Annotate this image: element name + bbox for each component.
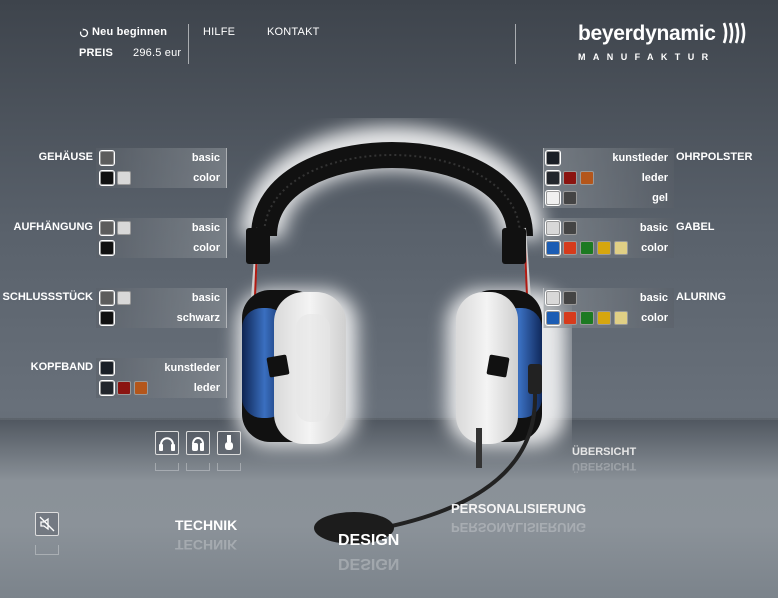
price-value: 296.5 eur [133, 47, 182, 59]
option-label[interactable]: basic [140, 222, 220, 234]
earpiece-icon [225, 435, 233, 450]
nav-technik-reflection: TECHNIK [175, 537, 238, 553]
option-label[interactable]: kunstleder [140, 362, 220, 374]
color-swatch[interactable] [99, 290, 115, 306]
brand-waves-icon [722, 22, 746, 44]
header-divider [188, 24, 189, 64]
menu-hilfe[interactable]: HILFE [203, 26, 235, 38]
color-swatch[interactable] [99, 170, 115, 186]
color-swatch[interactable] [545, 240, 561, 256]
option-label[interactable]: basic [140, 152, 220, 164]
view-side-button[interactable] [186, 431, 210, 455]
color-swatch[interactable] [545, 170, 561, 186]
color-swatch[interactable] [117, 171, 131, 185]
color-swatch[interactable] [545, 150, 561, 166]
option-label[interactable]: color [588, 312, 668, 324]
price-label: PREIS [79, 47, 114, 59]
color-swatch[interactable] [99, 380, 115, 396]
color-swatch[interactable] [99, 360, 115, 376]
category-label: ALURING [676, 291, 727, 303]
nav-uebersicht-reflection: ÜBERSICHT [572, 460, 637, 472]
option-label[interactable]: color [140, 172, 220, 184]
color-swatch[interactable] [545, 290, 561, 306]
option-label[interactable]: color [588, 242, 668, 254]
color-swatch[interactable] [117, 381, 131, 395]
color-swatch[interactable] [99, 240, 115, 256]
color-swatch[interactable] [563, 171, 577, 185]
option-label[interactable]: gel [588, 192, 668, 204]
restart-label: Neu beginnen [92, 26, 168, 38]
mute-reflection [35, 545, 59, 555]
restart-icon [79, 28, 89, 38]
nav-technik[interactable]: TECHNIK [175, 517, 237, 533]
view-earpiece-button[interactable] [217, 431, 241, 455]
headphones-front-icon [159, 437, 175, 451]
color-swatch[interactable] [563, 311, 577, 325]
category-label: AUFHÄNGUNG [13, 221, 93, 233]
color-swatch[interactable] [563, 191, 577, 205]
color-swatch[interactable] [117, 291, 131, 305]
nav-design[interactable]: DESIGN [338, 532, 399, 550]
option-label[interactable]: kunstleder [588, 152, 668, 164]
color-swatch[interactable] [545, 310, 561, 326]
brand-subtitle: MANUFAKTUR [578, 52, 716, 62]
nav-personalisierung[interactable]: PERSONALISIERUNG [451, 501, 586, 516]
color-swatch[interactable] [99, 310, 115, 326]
color-swatch[interactable] [117, 221, 131, 235]
option-label[interactable]: leder [588, 172, 668, 184]
color-swatch[interactable] [99, 150, 115, 166]
category-label: OHRPOLSTER [676, 151, 753, 163]
nav-uebersicht[interactable]: ÜBERSICHT [572, 446, 636, 458]
option-label[interactable]: color [140, 242, 220, 254]
color-swatch[interactable] [563, 241, 577, 255]
color-swatch[interactable] [563, 221, 577, 235]
nav-personalisierung-reflection: PERSONALISIERUNG [451, 520, 587, 535]
category-label: KOPFBAND [30, 361, 93, 373]
category-label: GEHÄUSE [38, 151, 93, 163]
option-label[interactable]: leder [140, 382, 220, 394]
headphones-side-icon [192, 437, 204, 451]
color-swatch[interactable] [99, 220, 115, 236]
view-buttons-reflection [155, 463, 245, 473]
category-label: GABEL [676, 221, 715, 233]
speaker-mute-icon [39, 516, 55, 532]
option-label[interactable]: basic [588, 292, 668, 304]
brand-logo[interactable]: beyerdynamic [578, 22, 716, 46]
option-label[interactable]: schwarz [140, 312, 220, 324]
nav-design-reflection: DESIGN [338, 555, 400, 572]
view-front-button[interactable] [155, 431, 179, 455]
color-swatch[interactable] [545, 190, 561, 206]
color-swatch[interactable] [545, 220, 561, 236]
option-label[interactable]: basic [588, 222, 668, 234]
menu-kontakt[interactable]: KONTAKT [267, 26, 320, 38]
mute-button[interactable] [35, 512, 59, 536]
header-divider-right [515, 24, 516, 64]
option-label[interactable]: basic [140, 292, 220, 304]
category-label: SCHLUSSSTÜCK [2, 291, 93, 303]
color-swatch[interactable] [563, 291, 577, 305]
